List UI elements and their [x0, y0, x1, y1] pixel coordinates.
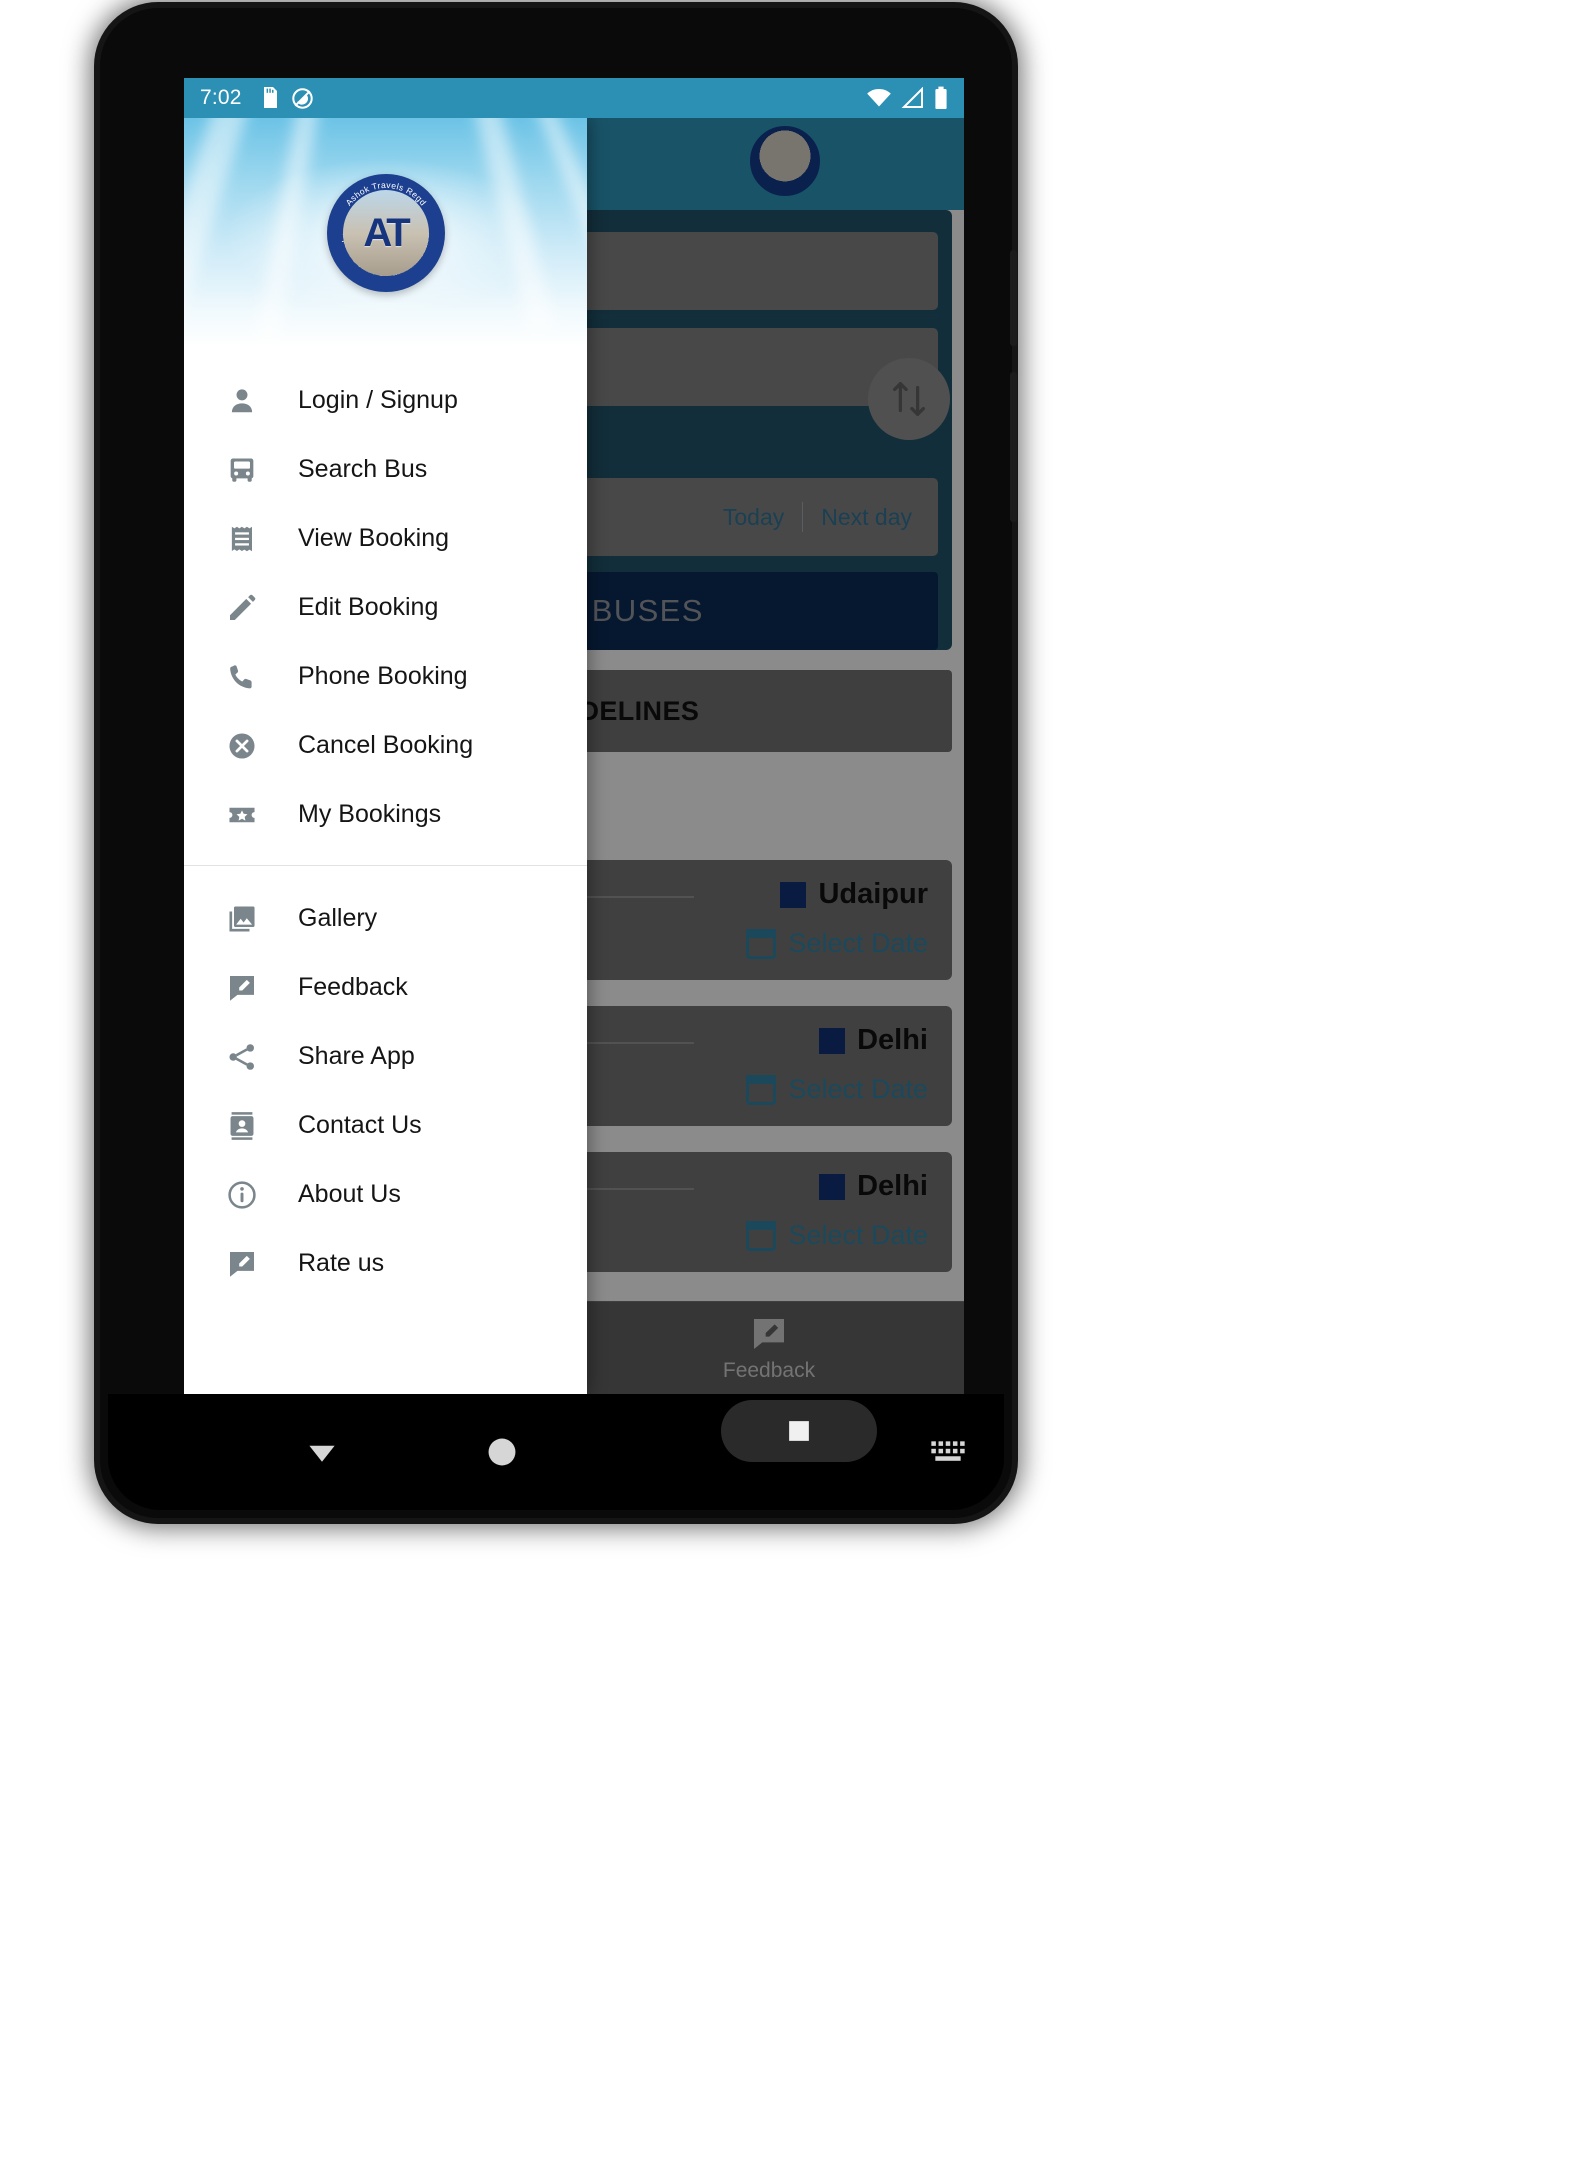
device-screen: Today Next day SEARCH BUSES SAFE GUIDELI… — [184, 78, 964, 1394]
drawer-item-label: Contact Us — [298, 1111, 422, 1139]
drawer-item-label: Rate us — [298, 1249, 385, 1277]
do-not-disturb-icon — [291, 87, 313, 109]
home-circle-icon — [488, 1438, 516, 1466]
back-triangle-icon — [309, 1445, 335, 1462]
wifi-icon — [867, 89, 891, 107]
battery-icon — [935, 86, 947, 109]
drawer-menu-list: Login / Signup Search Bus View Booking E… — [184, 348, 587, 1394]
drawer-item-view-booking[interactable]: View Booking — [184, 504, 587, 573]
drawer-item-label: Feedback — [298, 973, 408, 1001]
drawer-item-gallery[interactable]: Gallery — [184, 884, 587, 953]
drawer-item-label: About Us — [298, 1180, 401, 1208]
signal-icon — [901, 87, 923, 108]
share-icon — [224, 1039, 260, 1075]
status-bar-clock: 7:02 — [200, 86, 242, 109]
info-circle-icon — [224, 1177, 260, 1213]
receipt-icon — [224, 521, 260, 557]
drawer-item-label: Gallery — [298, 904, 378, 932]
volume-button[interactable] — [1010, 372, 1017, 522]
rate-review-icon — [224, 970, 260, 1006]
drawer-divider — [184, 865, 587, 866]
navigation-drawer: Ashok Travels Regd Jaipur . Delhi . Sura… — [184, 118, 587, 1394]
drawer-item-login-signup[interactable]: Login / Signup — [184, 366, 587, 435]
logo-photo: AT — [342, 190, 429, 276]
drawer-item-contact-us[interactable]: Contact Us — [184, 1091, 587, 1160]
sd-card-icon — [263, 87, 277, 108]
drawer-logo: Ashok Travels Regd Jaipur . Delhi . Sura… — [326, 174, 445, 292]
recents-square-icon — [789, 1421, 809, 1441]
screenshot-root: Today Next day SEARCH BUSES SAFE GUIDELI… — [0, 0, 1588, 2178]
contact-card-icon — [224, 1108, 260, 1144]
nav-home-button[interactable] — [448, 1435, 556, 1469]
drawer-item-label: View Booking — [298, 524, 450, 552]
pencil-icon — [224, 590, 260, 626]
drawer-item-rate-us[interactable]: Rate us — [184, 1229, 587, 1298]
drawer-item-cancel-booking[interactable]: Cancel Booking — [184, 711, 587, 780]
power-button[interactable] — [1010, 250, 1017, 346]
drawer-item-feedback[interactable]: Feedback — [184, 953, 587, 1022]
status-bar: 7:02 — [184, 78, 964, 118]
drawer-item-label: Login / Signup — [298, 386, 458, 414]
drawer-item-label: Search Bus — [298, 455, 428, 483]
drawer-item-label: My Bookings — [298, 800, 442, 828]
nav-back-button[interactable] — [268, 1431, 376, 1473]
keyboard-icon — [931, 1441, 965, 1461]
nav-recents-button[interactable] — [721, 1400, 877, 1462]
drawer-header: Ashok Travels Regd Jaipur . Delhi . Sura… — [184, 118, 587, 348]
nav-keyboard-button[interactable] — [896, 1437, 1004, 1467]
ticket-star-icon — [224, 797, 260, 833]
drawer-item-edit-booking[interactable]: Edit Booking — [184, 573, 587, 642]
bus-icon — [224, 452, 260, 488]
drawer-item-search-bus[interactable]: Search Bus — [184, 435, 587, 504]
drawer-item-phone-booking[interactable]: Phone Booking — [184, 642, 587, 711]
drawer-item-share-app[interactable]: Share App — [184, 1022, 587, 1091]
drawer-item-label: Edit Booking — [298, 593, 439, 621]
cancel-circle-icon — [224, 728, 260, 764]
drawer-item-label: Share App — [298, 1042, 415, 1070]
drawer-item-my-bookings[interactable]: My Bookings — [184, 780, 587, 849]
person-icon — [224, 383, 260, 419]
logo-initials: AT — [363, 210, 410, 255]
drawer-item-about-us[interactable]: About Us — [184, 1160, 587, 1229]
photo-library-icon — [224, 901, 260, 937]
drawer-item-label: Phone Booking — [298, 662, 468, 690]
phone-icon — [224, 659, 260, 695]
drawer-item-label: Cancel Booking — [298, 731, 474, 759]
rate-review-icon — [224, 1246, 260, 1282]
